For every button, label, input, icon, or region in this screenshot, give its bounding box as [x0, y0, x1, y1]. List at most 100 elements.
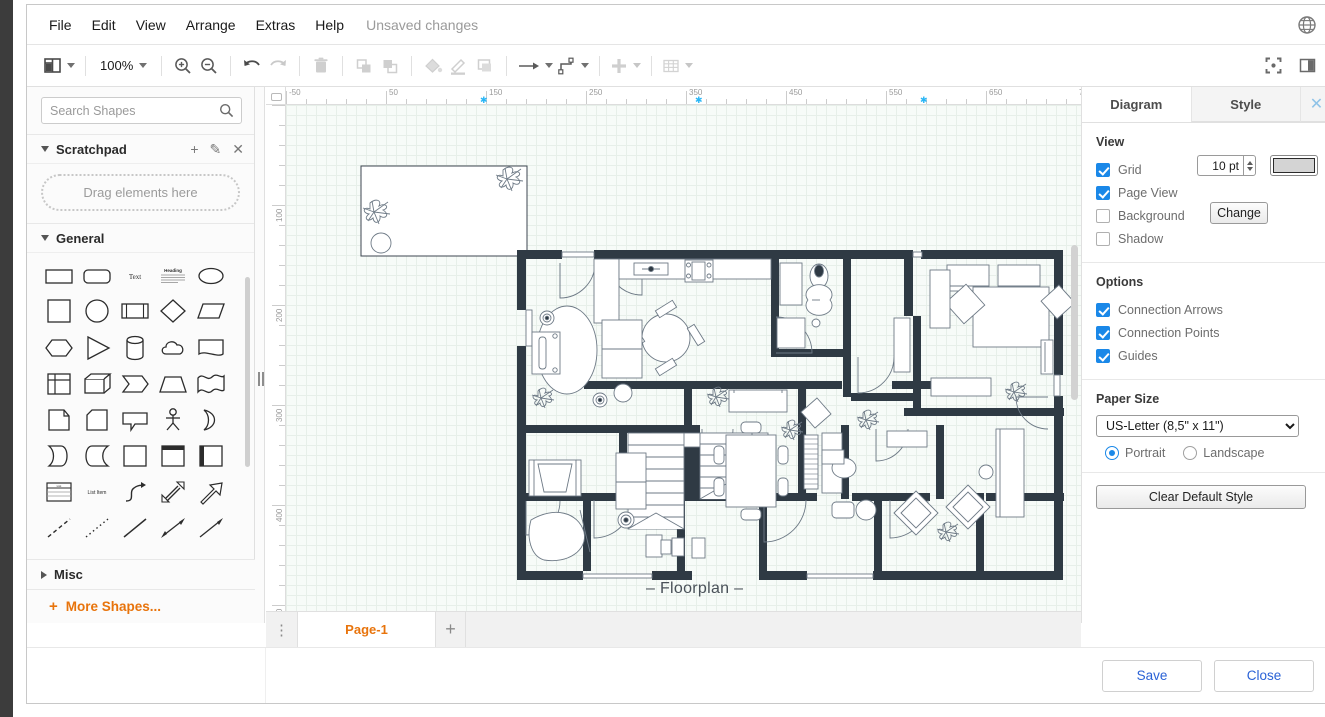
- spinner-down-icon[interactable]: [1246, 166, 1253, 171]
- shape-rectangle[interactable]: [41, 259, 77, 293]
- guides-checkbox[interactable]: [1096, 348, 1110, 363]
- shape-text[interactable]: Text: [117, 259, 153, 293]
- waypoints-icon[interactable]: [515, 53, 555, 79]
- page-menu-icon[interactable]: ⋮: [266, 612, 298, 647]
- more-shapes-button[interactable]: + More Shapes...: [27, 589, 255, 623]
- change-background-button[interactable]: Change: [1210, 202, 1268, 224]
- shape-actor[interactable]: [155, 403, 191, 437]
- add-page-icon[interactable]: +: [436, 612, 466, 647]
- shadow-checkbox[interactable]: [1096, 231, 1110, 246]
- shape-cylinder[interactable]: [117, 331, 153, 365]
- shape-data-storage[interactable]: [41, 439, 77, 473]
- fullscreen-icon[interactable]: [1260, 53, 1286, 79]
- shape-bidirectional-arrow[interactable]: [155, 475, 191, 509]
- shape-triangle[interactable]: [79, 331, 115, 365]
- shape-container[interactable]: [117, 439, 153, 473]
- clear-default-style-button[interactable]: Clear Default Style: [1096, 485, 1306, 509]
- zoom-in-icon[interactable]: [170, 53, 196, 79]
- waypoints-caret-icon[interactable]: [545, 63, 554, 68]
- zoom-level-button[interactable]: 100%: [94, 58, 153, 73]
- shape-rounded-rectangle[interactable]: [79, 259, 115, 293]
- view-layout-icon[interactable]: [41, 53, 77, 79]
- scratchpad-dropzone[interactable]: Drag elements here: [41, 174, 240, 211]
- section-header-misc[interactable]: Misc: [27, 559, 255, 589]
- shape-dashed-line[interactable]: [41, 511, 77, 545]
- search-input[interactable]: [42, 98, 241, 123]
- shape-internal-storage[interactable]: [41, 367, 77, 401]
- shape-arrow[interactable]: [193, 475, 229, 509]
- shape-trapezoid[interactable]: [155, 367, 191, 401]
- format-panel-toggle-icon[interactable]: [1294, 53, 1320, 79]
- shape-tape[interactable]: [193, 367, 229, 401]
- menu-extras[interactable]: Extras: [246, 13, 306, 37]
- view-layout-caret-icon[interactable]: [67, 63, 75, 68]
- page-view-checkbox[interactable]: [1096, 185, 1110, 200]
- menu-help[interactable]: Help: [305, 13, 354, 37]
- page-tab-page-1[interactable]: Page-1: [298, 612, 436, 647]
- edge-style-icon[interactable]: [555, 53, 591, 79]
- shape-curve[interactable]: [117, 475, 153, 509]
- shape-square[interactable]: [41, 295, 77, 329]
- shapes-panel-scrollbar[interactable]: [245, 277, 250, 467]
- globe-icon[interactable]: [1296, 14, 1318, 36]
- section-header-general[interactable]: General: [27, 223, 254, 252]
- paper-size-select[interactable]: US-Letter (8,5" x 11") US-Legal (8,5" x …: [1096, 415, 1299, 437]
- shape-line[interactable]: [117, 511, 153, 545]
- search-shapes-box[interactable]: [41, 97, 242, 124]
- shape-list-item[interactable]: List Item: [79, 475, 115, 509]
- diagram-title-label[interactable]: – Floorplan –: [646, 580, 743, 598]
- shape-circle[interactable]: [79, 295, 115, 329]
- section-header-scratchpad[interactable]: Scratchpad + ✎ ✕: [27, 134, 254, 163]
- scratchpad-edit-icon[interactable]: ✎: [210, 142, 222, 156]
- shape-hexagon[interactable]: [41, 331, 77, 365]
- zoom-out-icon[interactable]: [196, 53, 222, 79]
- grid-color-swatch[interactable]: [1270, 155, 1318, 176]
- tab-style[interactable]: Style: [1190, 87, 1300, 122]
- grid-checkbox[interactable]: [1096, 162, 1110, 177]
- close-button[interactable]: Close: [1214, 659, 1314, 692]
- shape-bidirectional-connector[interactable]: [155, 511, 191, 545]
- menu-edit[interactable]: Edit: [82, 13, 126, 37]
- shape-or[interactable]: [193, 403, 229, 437]
- connection-arrows-checkbox[interactable]: [1096, 302, 1110, 317]
- shape-diamond[interactable]: [155, 295, 191, 329]
- edge-style-caret-icon[interactable]: [581, 63, 590, 68]
- connection-points-checkbox[interactable]: [1096, 325, 1110, 340]
- canvas-vertical-scrollbar[interactable]: [1071, 245, 1078, 400]
- shape-delay[interactable]: [79, 439, 115, 473]
- shape-vertical-container[interactable]: [155, 439, 191, 473]
- shape-step[interactable]: [117, 367, 153, 401]
- shape-horizontal-container[interactable]: [193, 439, 229, 473]
- chevron-down-icon[interactable]: [139, 63, 148, 68]
- portrait-radio[interactable]: [1105, 446, 1119, 460]
- shape-document[interactable]: [193, 331, 229, 365]
- diagram-canvas[interactable]: – Floorplan –: [286, 105, 1081, 623]
- shape-ellipse[interactable]: [193, 259, 229, 293]
- grid-size-spinner[interactable]: [1243, 155, 1256, 176]
- shape-note[interactable]: [41, 403, 77, 437]
- canvas-area[interactable]: -50 50 150 250 350 450 550 650 750 ✱ ✱ ✱: [266, 87, 1081, 623]
- shape-dotted-line[interactable]: [79, 511, 115, 545]
- panel-splitter[interactable]: [255, 87, 265, 623]
- shape-card[interactable]: [79, 403, 115, 437]
- shape-cloud[interactable]: [155, 331, 191, 365]
- close-icon[interactable]: ✕: [1300, 87, 1325, 122]
- scratchpad-close-icon[interactable]: ✕: [232, 142, 244, 156]
- landscape-radio[interactable]: [1183, 446, 1198, 460]
- menu-arrange[interactable]: Arrange: [176, 13, 246, 37]
- shape-parallelogram[interactable]: [193, 295, 229, 329]
- tab-diagram[interactable]: Diagram: [1082, 87, 1191, 122]
- menu-view[interactable]: View: [126, 13, 176, 37]
- shape-callout[interactable]: [117, 403, 153, 437]
- ruler-horizontal[interactable]: -50 50 150 250 350 450 550 650 750 ✱ ✱ ✱: [286, 87, 1081, 105]
- grid-size-input[interactable]: [1197, 155, 1243, 176]
- background-checkbox[interactable]: [1096, 208, 1110, 223]
- ruler-vertical[interactable]: 100 200 300 400 500: [266, 105, 286, 623]
- search-icon[interactable]: [219, 103, 234, 118]
- shape-directional-connector[interactable]: [193, 511, 229, 545]
- undo-icon[interactable]: [239, 53, 265, 79]
- spinner-up-icon[interactable]: [1246, 160, 1253, 165]
- menu-file[interactable]: File: [39, 13, 82, 37]
- floorplan-diagram[interactable]: [346, 150, 1081, 623]
- shape-process[interactable]: [117, 295, 153, 329]
